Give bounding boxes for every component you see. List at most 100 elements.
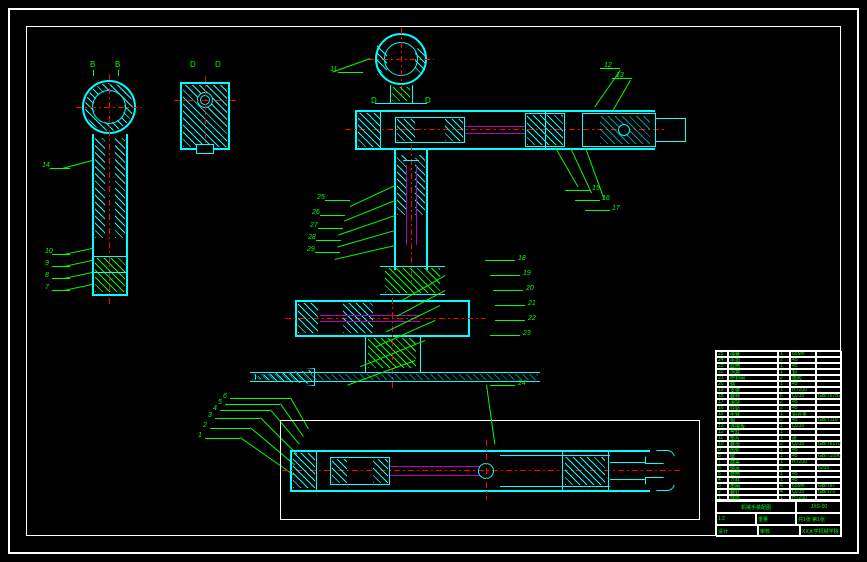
pl-name-11: 垫片	[728, 435, 778, 441]
tb-check-text: 审核	[760, 528, 770, 535]
motor-hole	[618, 124, 630, 136]
pl-note-4	[816, 477, 842, 483]
pl-qty-16: 2	[778, 405, 790, 411]
sb-body-b	[92, 294, 128, 296]
pl-no-23: 23	[716, 363, 728, 369]
pl-no-16: 16	[716, 405, 728, 411]
ref-14: 14	[42, 162, 50, 169]
pl-note-25	[816, 351, 842, 357]
tb-weight-text: 重量	[758, 516, 768, 523]
pl-no-3: 3	[716, 483, 728, 489]
pl-note-17	[816, 399, 842, 405]
ldr-ur-land2	[575, 200, 600, 201]
pl-qty-4: 1	[778, 477, 790, 483]
ref-13: 13	[616, 72, 624, 79]
pl-note-14: GB/T119	[816, 417, 842, 423]
pl-no-10: 10	[716, 441, 728, 447]
pl-name-16: 导轨	[728, 405, 778, 411]
ref-23: 23	[523, 330, 531, 337]
flange-cl-v	[401, 28, 402, 96]
flange-hatch-l	[377, 45, 387, 75]
pl-name-2: 螺钉	[728, 489, 778, 495]
pl-no-8: 8	[716, 453, 728, 459]
arm-joint-cl	[486, 440, 487, 500]
pl-name-7: 端盖	[728, 459, 778, 465]
section-b-left: B	[90, 60, 95, 69]
sb-body-l	[92, 134, 94, 294]
base-rod	[320, 315, 420, 316]
ldr-rland-2	[490, 275, 520, 276]
pl-note-19	[816, 387, 842, 393]
pl-note-22	[816, 369, 842, 375]
ld-line-6	[230, 398, 290, 399]
tb-dwgno-text: JXS-00	[811, 504, 827, 510]
pl-name-21: 密封圈	[728, 375, 778, 381]
pl-qty-5: 1	[778, 471, 790, 477]
pl-name-18: 螺栓	[728, 393, 778, 399]
ref-18: 18	[518, 255, 526, 262]
ref-9: 9	[45, 260, 49, 267]
section-d-left: D	[190, 60, 196, 69]
pl-note-12	[816, 429, 842, 435]
sb-ld-land-3	[52, 266, 70, 267]
pl-mat-17: 45	[790, 399, 816, 405]
ldr-rland-6	[490, 335, 520, 336]
ref-26: 26	[312, 209, 320, 216]
pl-mat-2: Q235	[790, 489, 816, 495]
cyl-top	[355, 110, 655, 112]
tb-sheet-text: 共1张 第1张	[798, 516, 825, 523]
cyl-bot	[355, 148, 655, 150]
pl-qty-21: 2	[778, 375, 790, 381]
pl-mat-23: 45	[790, 363, 816, 369]
arm-ldr-land	[490, 385, 515, 386]
cyl-block-l	[358, 113, 380, 147]
pl-name-19: 支架	[728, 387, 778, 393]
ldr-rland-5	[495, 320, 525, 321]
pl-qty-11: 1	[778, 435, 790, 441]
pl-qty-3: 4	[778, 483, 790, 489]
pl-no-6: 6	[716, 465, 728, 471]
pl-no-12: 12	[716, 429, 728, 435]
ldr-ur-land1	[565, 190, 590, 191]
pl-name-8: 键	[728, 453, 778, 459]
pl-note-5	[816, 471, 842, 477]
pl-mat-16: 45	[790, 405, 816, 411]
pl-name-6: 轴承	[728, 465, 778, 471]
pl-mat-22: 铝	[790, 369, 816, 375]
conn-div	[545, 110, 546, 150]
pl-mat-5: 45	[790, 471, 816, 477]
varm-rod-l	[406, 165, 407, 245]
pl-note-9	[816, 447, 842, 453]
motor-top	[582, 113, 655, 114]
pl-note-10: GB/T6170	[816, 441, 842, 447]
flange-hatch-r	[415, 45, 425, 75]
pl-mat-7: HT200	[790, 459, 816, 465]
tb-drawn-text: 设计	[718, 528, 728, 535]
sb-ld-land-4	[52, 278, 70, 279]
pl-no-20: 20	[716, 381, 728, 387]
pl-name-14: 销	[728, 417, 778, 423]
arm2-div2	[608, 450, 609, 492]
arm2-div	[562, 450, 563, 492]
tb-title: 机械手装配图	[716, 501, 796, 513]
ref-7: 7	[45, 284, 49, 291]
ref-8: 8	[45, 272, 49, 279]
pl-mat-4: 45	[790, 477, 816, 483]
pl-qty-25: 1	[778, 351, 790, 357]
pl-no-21: 21	[716, 375, 728, 381]
ref-4: 4	[213, 405, 217, 412]
pl-note-21	[816, 375, 842, 381]
motor-l	[582, 113, 583, 147]
neck-b	[375, 103, 427, 104]
parts-list-block: 1底座1HT2002螺钉4Q235GB/T703垫圈465MnGB/T974立柱…	[715, 350, 841, 500]
pl-name-23: 缸筒	[728, 363, 778, 369]
sb-ld-land-1	[50, 168, 70, 169]
ref-19: 19	[523, 270, 531, 277]
motor-end	[685, 118, 686, 142]
grip-shaft-b	[610, 479, 645, 480]
ref-24: 24	[518, 380, 526, 387]
pl-qty-22: 1	[778, 369, 790, 375]
rod-2	[465, 133, 525, 134]
pl-note-24	[816, 357, 842, 363]
arm-ph2	[373, 459, 388, 483]
